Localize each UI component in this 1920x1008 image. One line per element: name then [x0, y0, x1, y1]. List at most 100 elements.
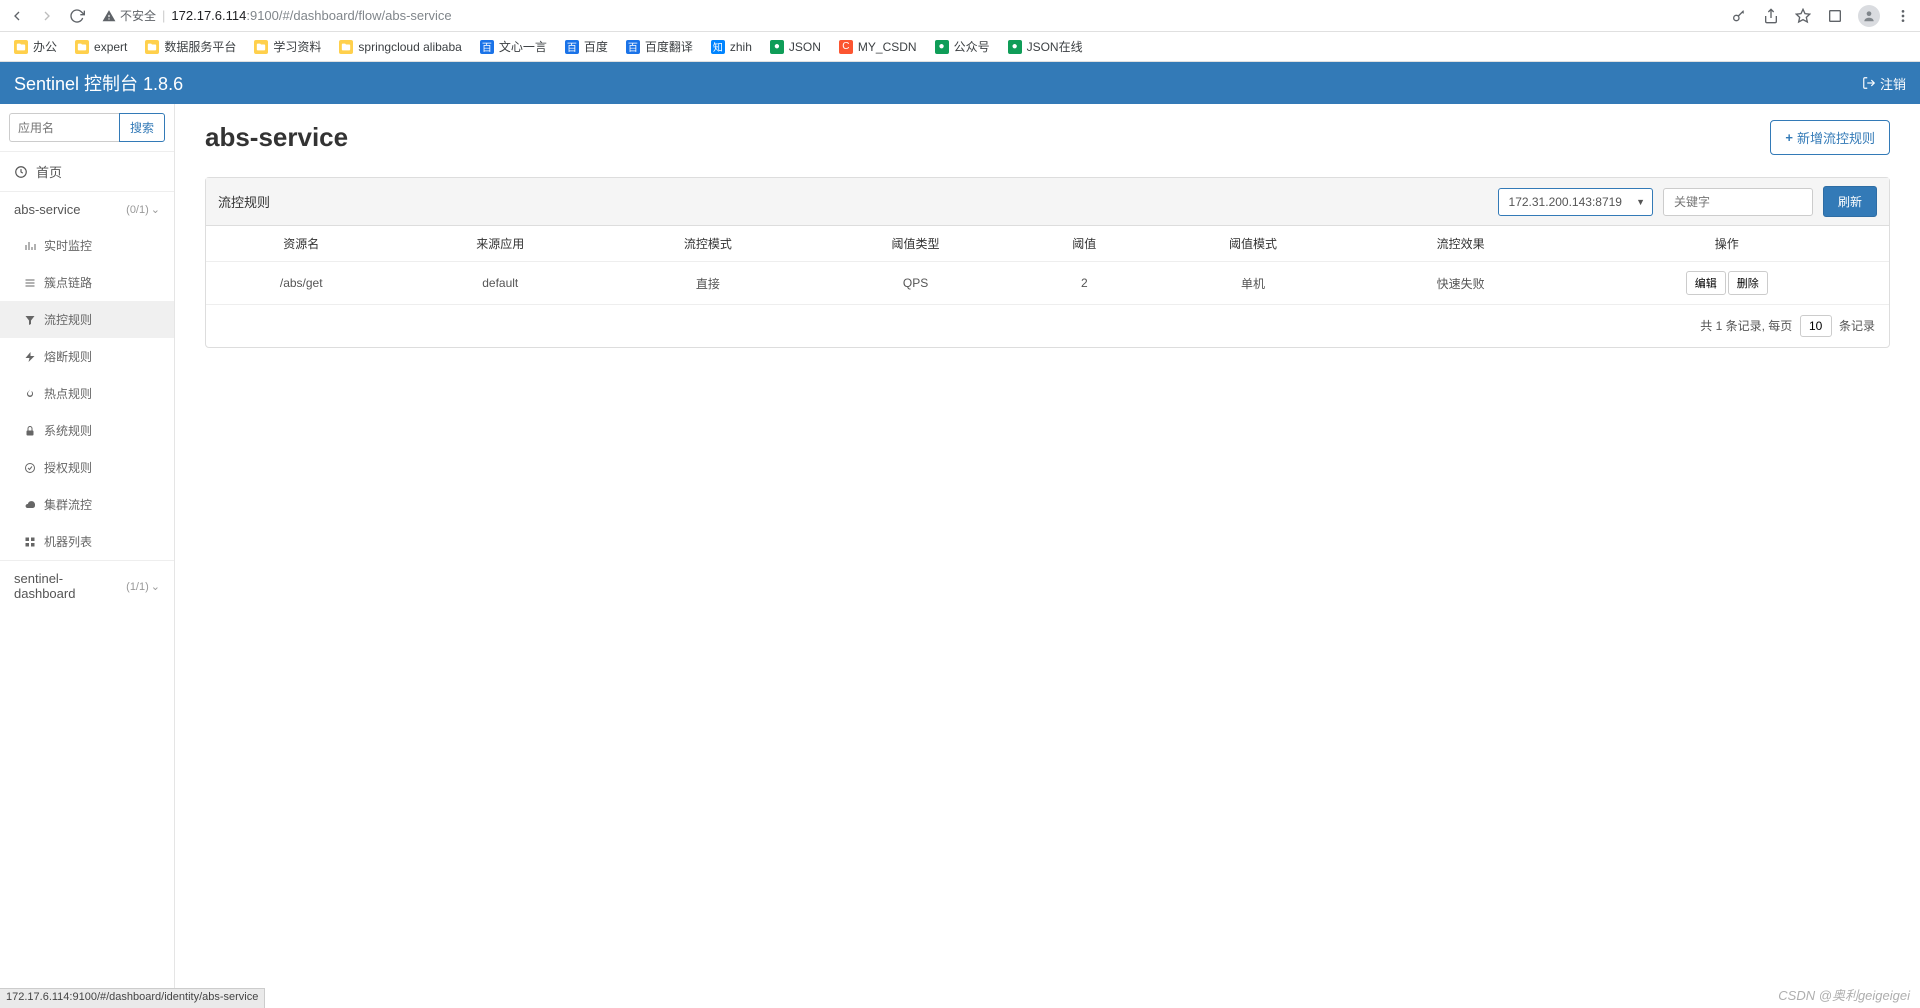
folder-icon: [254, 40, 268, 54]
sidebar-item-check[interactable]: 授权规则: [0, 449, 174, 486]
cell-thresh_type: QPS: [812, 262, 1020, 305]
sidebar-item-label: 机器列表: [44, 533, 92, 550]
bookmark-label: zhih: [730, 40, 752, 54]
page-size-input[interactable]: [1800, 315, 1832, 337]
share-icon[interactable]: [1762, 7, 1780, 25]
keyword-input[interactable]: [1663, 188, 1813, 216]
bookmark-item[interactable]: ● JSON在线: [1008, 38, 1083, 55]
column-header: 流控效果: [1357, 226, 1565, 262]
bookmark-item[interactable]: expert: [75, 40, 127, 54]
key-icon[interactable]: [1730, 7, 1748, 25]
cell-thresh: 2: [1019, 262, 1149, 305]
sidebar-item-label: 热点规则: [44, 385, 92, 402]
green-icon: ●: [1008, 40, 1022, 54]
sidebar-app-abs-service[interactable]: abs-service (0/1)⌄: [0, 191, 174, 227]
folder-icon: [339, 40, 353, 54]
url-text: 172.17.6.114:9100/#/dashboard/flow/abs-s…: [171, 8, 451, 23]
main-content: abs-service + 新增流控规则 流控规则 172.31.200.143…: [175, 104, 1920, 988]
fire-icon: [24, 388, 36, 400]
folder-icon: [145, 40, 159, 54]
browser-toolbar: 不安全 | 172.17.6.114:9100/#/dashboard/flow…: [0, 0, 1920, 32]
bookmark-label: JSON在线: [1027, 38, 1083, 55]
bookmark-item[interactable]: 数据服务平台: [145, 38, 236, 55]
extensions-icon[interactable]: [1826, 7, 1844, 25]
sidebar-item-lock[interactable]: 系统规则: [0, 412, 174, 449]
sidebar-item-filter[interactable]: 流控规则: [0, 301, 174, 338]
url-divider: |: [162, 8, 165, 23]
bookmarks-bar: 办公 expert 数据服务平台 学习资料 springcloud alibaba 百文心…: [0, 32, 1920, 62]
table-body: /abs/getdefault直接QPS2单机快速失败编辑删除: [206, 262, 1889, 305]
sidebar-app-sentinel-dashboard[interactable]: sentinel-dashboard (1/1)⌄: [0, 560, 174, 611]
column-header: 资源名: [206, 226, 396, 262]
blue-icon: 百: [626, 40, 640, 54]
bookmark-item[interactable]: 办公: [14, 38, 57, 55]
app-search-button[interactable]: 搜索: [119, 113, 165, 142]
status-bar: 172.17.6.114:9100/#/dashboard/identity/a…: [0, 988, 265, 1008]
cell-resource: /abs/get: [206, 262, 396, 305]
bookmark-item[interactable]: 知zhih: [711, 40, 752, 54]
bookmark-label: expert: [94, 40, 127, 54]
blue-icon: 百: [565, 40, 579, 54]
sidebar-item-label: 授权规则: [44, 459, 92, 476]
bookmark-label: MY_CSDN: [858, 40, 917, 54]
sidebar-item-bolt[interactable]: 熔断规则: [0, 338, 174, 375]
sidebar-submenu: 实时监控簇点链路流控规则熔断规则热点规则系统规则授权规则集群流控机器列表: [0, 227, 174, 560]
machine-select[interactable]: 172.31.200.143:8719: [1498, 188, 1653, 216]
check-icon: [24, 462, 36, 474]
sidebar-item-label: 实时监控: [44, 237, 92, 254]
folder-icon: [75, 40, 89, 54]
bookmark-item[interactable]: 百百度翻译: [626, 38, 693, 55]
footer-prefix: 共 1 条记录, 每页: [1700, 319, 1792, 333]
card-header: 流控规则 172.31.200.143:8719 ▼ 刷新: [206, 178, 1889, 226]
nav-forward-button[interactable]: [38, 7, 56, 25]
address-bar[interactable]: 不安全 | 172.17.6.114:9100/#/dashboard/flow…: [102, 7, 1718, 24]
sidebar-item-fire[interactable]: 热点规则: [0, 375, 174, 412]
bookmark-item[interactable]: 学习资料: [254, 38, 321, 55]
bookmark-label: JSON: [789, 40, 821, 54]
sidebar-app-count: (1/1)⌄: [126, 580, 160, 593]
refresh-button[interactable]: 刷新: [1823, 186, 1877, 217]
profile-avatar[interactable]: [1858, 5, 1880, 27]
bolt-icon: [24, 351, 36, 363]
nav-reload-button[interactable]: [68, 7, 86, 25]
cell-actions: 编辑删除: [1565, 262, 1890, 305]
bookmark-item[interactable]: ●公众号: [935, 38, 990, 55]
app-search-input[interactable]: [9, 113, 119, 142]
bookmark-item[interactable]: C MY_CSDN: [839, 40, 917, 54]
star-icon[interactable]: [1794, 7, 1812, 25]
sidebar-item-label: 流控规则: [44, 311, 92, 328]
lock-icon: [24, 425, 36, 437]
grid-icon: [24, 536, 36, 548]
bookmark-label: 学习资料: [273, 38, 321, 55]
sidebar-app-label: abs-service: [14, 202, 80, 217]
bookmark-item[interactable]: 百百度: [565, 38, 608, 55]
sidebar-item-list[interactable]: 簇点链路: [0, 264, 174, 301]
table-header-row: 资源名来源应用流控模式阈值类型阈值阈值模式流控效果操作: [206, 226, 1889, 262]
cell-mode: 直接: [604, 262, 812, 305]
menu-icon[interactable]: [1894, 7, 1912, 25]
logout-link[interactable]: 注销: [1862, 74, 1906, 93]
add-rule-button[interactable]: + 新增流控规则: [1770, 120, 1890, 155]
sidebar-item-cloud[interactable]: 集群流控: [0, 486, 174, 523]
delete-button[interactable]: 删除: [1728, 271, 1768, 295]
edit-button[interactable]: 编辑: [1686, 271, 1726, 295]
nav-back-button[interactable]: [8, 7, 26, 25]
bookmark-item[interactable]: springcloud alibaba: [339, 40, 461, 54]
chevron-down-icon: ⌄: [151, 581, 160, 593]
browser-right-icons: [1730, 5, 1912, 27]
bookmark-item[interactable]: ●JSON: [770, 40, 821, 54]
sidebar-item-chart[interactable]: 实时监控: [0, 227, 174, 264]
bookmark-label: 办公: [33, 38, 57, 55]
sidebar-item-label: 簇点链路: [44, 274, 92, 291]
column-header: 来源应用: [396, 226, 604, 262]
table-row: /abs/getdefault直接QPS2单机快速失败编辑删除: [206, 262, 1889, 305]
sidebar-item-label: 集群流控: [44, 496, 92, 513]
bookmark-label: springcloud alibaba: [358, 40, 461, 54]
sidebar-item-grid[interactable]: 机器列表: [0, 523, 174, 560]
csdn-icon: C: [839, 40, 853, 54]
sidebar-home[interactable]: 首页: [0, 151, 174, 191]
chart-icon: [24, 240, 36, 252]
list-icon: [24, 277, 36, 289]
bookmark-item[interactable]: 百文心一言: [480, 38, 547, 55]
machine-select-wrap: 172.31.200.143:8719 ▼: [1498, 188, 1653, 216]
